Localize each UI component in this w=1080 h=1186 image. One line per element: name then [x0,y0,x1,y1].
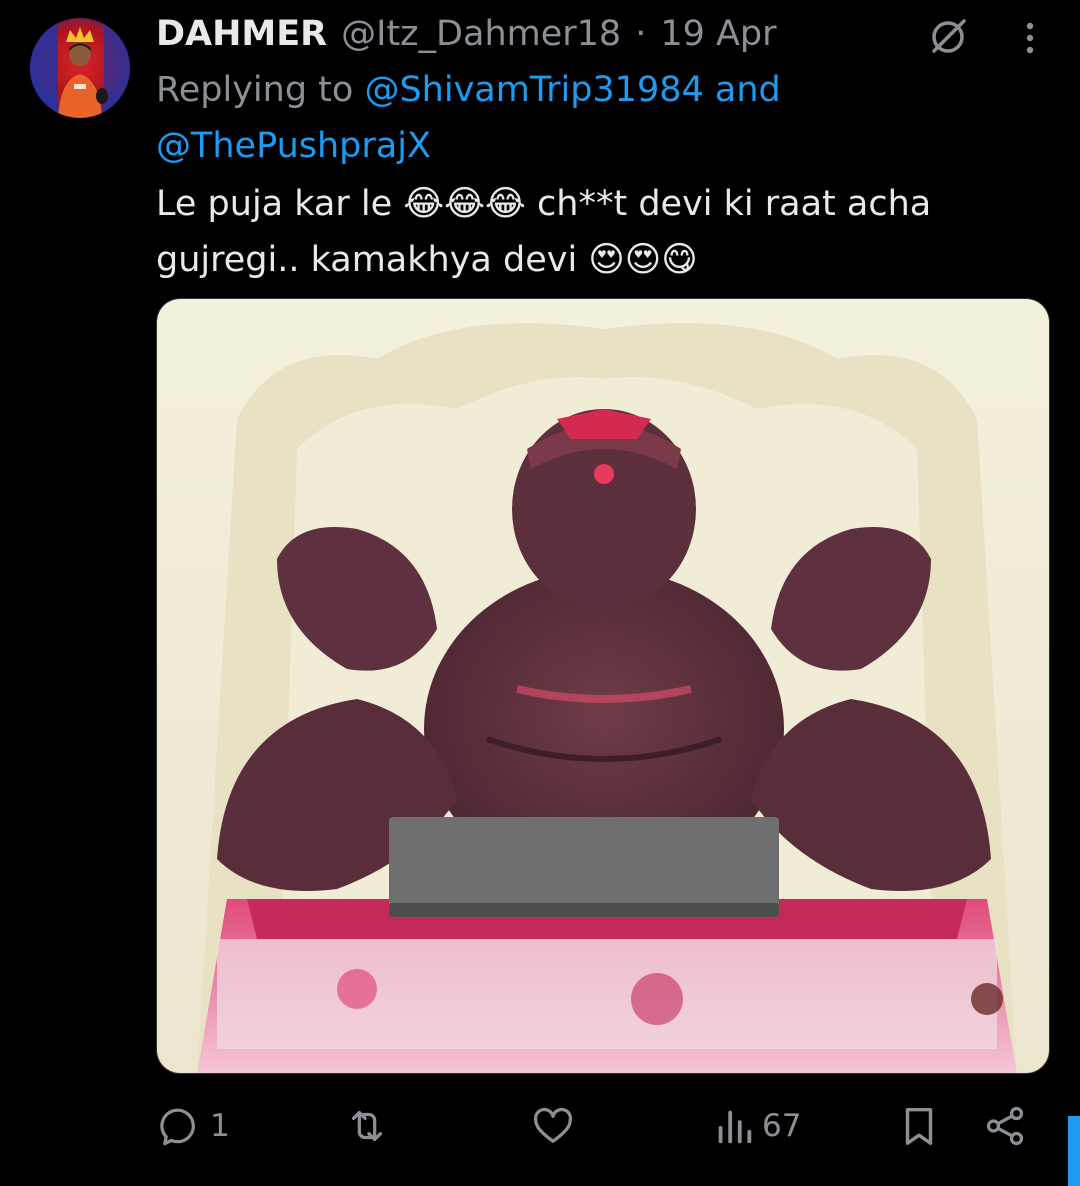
tweet-card[interactable]: DAHMER @Itz_Dahmer18 · 19 Apr Replying t… [0,0,1080,1186]
reply-count: 1 [210,1108,230,1144]
tweet-header: DAHMER @Itz_Dahmer18 · 19 Apr [156,10,777,58]
tweet-text: Le puja kar le 😂😂😂 ch**t devi ki raat ac… [156,184,932,280]
retweet-icon [351,1110,383,1142]
share-icon [986,1106,1024,1146]
replying-to: Replying to @ShivamTrip31984 and @ThePus… [156,62,1036,174]
action-bar: 1 67 [156,1098,1036,1154]
mention-shivamtrip[interactable]: @ShivamTrip31984 [364,70,703,110]
reply-button[interactable]: 1 [156,1098,230,1154]
avatar[interactable] [30,18,130,118]
mention-thepushprajx[interactable]: @ThePushprajX [156,126,431,166]
heart-icon [533,1107,573,1143]
views-button[interactable]: 67 [714,1098,801,1154]
bookmark-button[interactable] [896,1098,942,1154]
more-vertical-icon [1026,22,1034,54]
separator-dot: · [635,14,647,54]
grok-icon [932,19,966,53]
bookmark-icon [905,1107,933,1145]
like-button[interactable] [530,1098,584,1154]
more-options-button[interactable] [1010,14,1050,58]
views-count: 67 [762,1108,802,1144]
media-image [157,299,1049,1073]
replying-to-label: Replying to [156,70,354,110]
reply-and: and [714,70,781,110]
timestamp[interactable]: 19 Apr [660,14,776,54]
display-name[interactable]: DAHMER [156,14,327,54]
grok-button[interactable] [926,14,970,58]
share-button[interactable] [982,1098,1028,1154]
avatar-image [30,18,130,118]
reply-icon [160,1108,195,1146]
tweet-media[interactable] [156,298,1050,1074]
scrollbar-thumb[interactable] [1068,1116,1080,1186]
retweet-button[interactable] [344,1098,398,1154]
user-handle[interactable]: @Itz_Dahmer18 [341,14,621,54]
views-icon [718,1110,752,1144]
